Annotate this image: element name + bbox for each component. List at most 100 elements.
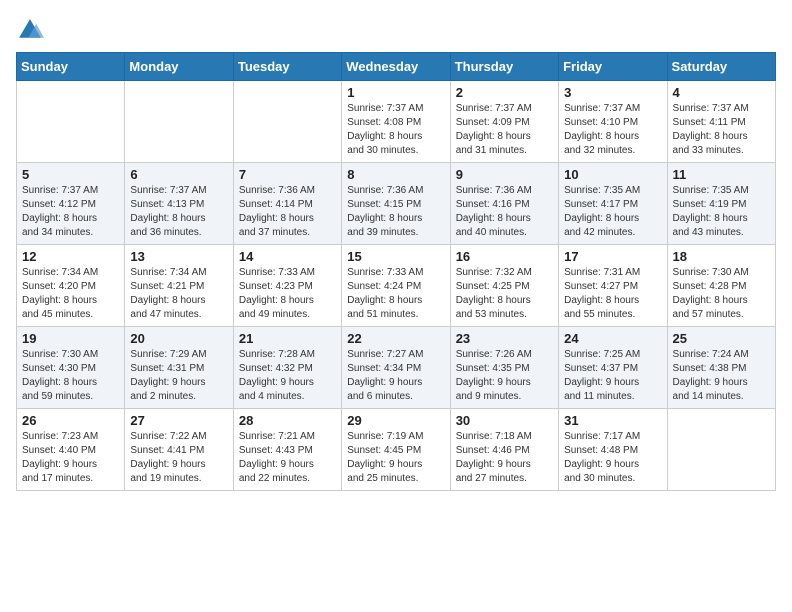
calendar-cell: 5 Sunrise: 7:37 AM Sunset: 4:12 PM Daylig… — [17, 163, 125, 245]
day-number: 2 — [456, 85, 553, 100]
calendar-cell: 15 Sunrise: 7:33 AM Sunset: 4:24 PM Dayli… — [342, 245, 450, 327]
calendar-cell: 18 Sunrise: 7:30 AM Sunset: 4:28 PM Dayli… — [667, 245, 775, 327]
day-number: 30 — [456, 413, 553, 428]
calendar-cell — [17, 81, 125, 163]
day-info: Sunrise: 7:32 AM Sunset: 4:25 PM Dayligh… — [456, 266, 553, 322]
day-number: 27 — [130, 413, 227, 428]
logo-icon — [16, 16, 44, 44]
day-info: Sunrise: 7:26 AM Sunset: 4:35 PM Dayligh… — [456, 348, 553, 404]
calendar-cell: 10Sunrise: 7:35 AM Sunset: 4:17 PM Dayli… — [559, 163, 667, 245]
calendar-cell: 12 Sunrise: 7:34 AM Sunset: 4:20 PM Dayli… — [17, 245, 125, 327]
calendar-cell — [125, 81, 233, 163]
day-number: 6 — [130, 167, 227, 182]
day-number: 13 — [130, 249, 227, 264]
day-info: Sunrise: 7:35 AM Sunset: 4:19 PM Dayligh… — [673, 184, 770, 240]
day-info: Sunrise: 7:37 AM Sunset: 4:11 PM Dayligh… — [673, 102, 770, 158]
calendar-cell: 3Sunrise: 7:37 AM Sunset: 4:10 PM Daylig… — [559, 81, 667, 163]
day-number: 8 — [347, 167, 444, 182]
day-info: Sunrise: 7:18 AM Sunset: 4:46 PM Dayligh… — [456, 430, 553, 486]
day-number: 24 — [564, 331, 661, 346]
dow-header-tuesday: Tuesday — [233, 53, 341, 81]
day-info: Sunrise: 7:30 AM Sunset: 4:30 PM Dayligh… — [22, 348, 119, 404]
week-row-1: 1 Sunrise: 7:37 AM Sunset: 4:08 PM Daylig… — [17, 81, 776, 163]
dow-header-saturday: Saturday — [667, 53, 775, 81]
day-number: 12 — [22, 249, 119, 264]
day-info: Sunrise: 7:30 AM Sunset: 4:28 PM Dayligh… — [673, 266, 770, 322]
day-number: 18 — [673, 249, 770, 264]
calendar-cell: 25 Sunrise: 7:24 AM Sunset: 4:38 PM Dayli… — [667, 327, 775, 409]
day-number: 25 — [673, 331, 770, 346]
calendar-cell: 21Sunrise: 7:28 AM Sunset: 4:32 PM Dayli… — [233, 327, 341, 409]
day-number: 5 — [22, 167, 119, 182]
day-number: 15 — [347, 249, 444, 264]
calendar-cell: 9 Sunrise: 7:36 AM Sunset: 4:16 PM Daylig… — [450, 163, 558, 245]
day-info: Sunrise: 7:17 AM Sunset: 4:48 PM Dayligh… — [564, 430, 661, 486]
day-info: Sunrise: 7:36 AM Sunset: 4:16 PM Dayligh… — [456, 184, 553, 240]
calendar-cell: 17 Sunrise: 7:31 AM Sunset: 4:27 PM Dayli… — [559, 245, 667, 327]
day-info: Sunrise: 7:34 AM Sunset: 4:20 PM Dayligh… — [22, 266, 119, 322]
calendar-cell: 22 Sunrise: 7:27 AM Sunset: 4:34 PM Dayli… — [342, 327, 450, 409]
calendar-cell: 28Sunrise: 7:21 AM Sunset: 4:43 PM Dayli… — [233, 409, 341, 491]
day-info: Sunrise: 7:24 AM Sunset: 4:38 PM Dayligh… — [673, 348, 770, 404]
day-number: 19 — [22, 331, 119, 346]
day-info: Sunrise: 7:19 AM Sunset: 4:45 PM Dayligh… — [347, 430, 444, 486]
day-info: Sunrise: 7:25 AM Sunset: 4:37 PM Dayligh… — [564, 348, 661, 404]
day-number: 14 — [239, 249, 336, 264]
day-info: Sunrise: 7:33 AM Sunset: 4:24 PM Dayligh… — [347, 266, 444, 322]
day-info: Sunrise: 7:37 AM Sunset: 4:13 PM Dayligh… — [130, 184, 227, 240]
day-info: Sunrise: 7:28 AM Sunset: 4:32 PM Dayligh… — [239, 348, 336, 404]
day-info: Sunrise: 7:22 AM Sunset: 4:41 PM Dayligh… — [130, 430, 227, 486]
day-info: Sunrise: 7:21 AM Sunset: 4:43 PM Dayligh… — [239, 430, 336, 486]
calendar-cell: 19 Sunrise: 7:30 AM Sunset: 4:30 PM Dayli… — [17, 327, 125, 409]
day-number: 22 — [347, 331, 444, 346]
calendar-cell: 26 Sunrise: 7:23 AM Sunset: 4:40 PM Dayli… — [17, 409, 125, 491]
day-info: Sunrise: 7:36 AM Sunset: 4:15 PM Dayligh… — [347, 184, 444, 240]
dow-header-sunday: Sunday — [17, 53, 125, 81]
calendar-cell: 14 Sunrise: 7:33 AM Sunset: 4:23 PM Dayli… — [233, 245, 341, 327]
day-number: 17 — [564, 249, 661, 264]
day-info: Sunrise: 7:31 AM Sunset: 4:27 PM Dayligh… — [564, 266, 661, 322]
day-number: 29 — [347, 413, 444, 428]
day-info: Sunrise: 7:29 AM Sunset: 4:31 PM Dayligh… — [130, 348, 227, 404]
day-info: Sunrise: 7:37 AM Sunset: 4:12 PM Dayligh… — [22, 184, 119, 240]
logo — [16, 16, 48, 44]
day-info: Sunrise: 7:27 AM Sunset: 4:34 PM Dayligh… — [347, 348, 444, 404]
day-number: 4 — [673, 85, 770, 100]
day-number: 3 — [564, 85, 661, 100]
calendar-cell — [667, 409, 775, 491]
day-number: 1 — [347, 85, 444, 100]
calendar-cell: 30 Sunrise: 7:18 AM Sunset: 4:46 PM Dayli… — [450, 409, 558, 491]
day-number: 20 — [130, 331, 227, 346]
week-row-5: 26 Sunrise: 7:23 AM Sunset: 4:40 PM Dayli… — [17, 409, 776, 491]
calendar-cell: 16 Sunrise: 7:32 AM Sunset: 4:25 PM Dayli… — [450, 245, 558, 327]
dow-header-wednesday: Wednesday — [342, 53, 450, 81]
calendar-cell: 20 Sunrise: 7:29 AM Sunset: 4:31 PM Dayli… — [125, 327, 233, 409]
calendar-cell: 8 Sunrise: 7:36 AM Sunset: 4:15 PM Daylig… — [342, 163, 450, 245]
calendar-cell: 29 Sunrise: 7:19 AM Sunset: 4:45 PM Dayli… — [342, 409, 450, 491]
day-number: 9 — [456, 167, 553, 182]
dow-header-friday: Friday — [559, 53, 667, 81]
day-number: 26 — [22, 413, 119, 428]
dow-header-thursday: Thursday — [450, 53, 558, 81]
day-info: Sunrise: 7:37 AM Sunset: 4:08 PM Dayligh… — [347, 102, 444, 158]
calendar-cell — [233, 81, 341, 163]
day-info: Sunrise: 7:36 AM Sunset: 4:14 PM Dayligh… — [239, 184, 336, 240]
day-number: 7 — [239, 167, 336, 182]
calendar-cell: 13 Sunrise: 7:34 AM Sunset: 4:21 PM Dayli… — [125, 245, 233, 327]
day-info: Sunrise: 7:23 AM Sunset: 4:40 PM Dayligh… — [22, 430, 119, 486]
day-info: Sunrise: 7:37 AM Sunset: 4:09 PM Dayligh… — [456, 102, 553, 158]
day-info: Sunrise: 7:33 AM Sunset: 4:23 PM Dayligh… — [239, 266, 336, 322]
day-number: 31 — [564, 413, 661, 428]
day-number: 16 — [456, 249, 553, 264]
day-number: 23 — [456, 331, 553, 346]
page-header — [16, 16, 776, 44]
calendar-cell: 11Sunrise: 7:35 AM Sunset: 4:19 PM Dayli… — [667, 163, 775, 245]
calendar-cell: 7 Sunrise: 7:36 AM Sunset: 4:14 PM Daylig… — [233, 163, 341, 245]
dow-header-monday: Monday — [125, 53, 233, 81]
calendar-cell: 6 Sunrise: 7:37 AM Sunset: 4:13 PM Daylig… — [125, 163, 233, 245]
day-info: Sunrise: 7:34 AM Sunset: 4:21 PM Dayligh… — [130, 266, 227, 322]
calendar-cell: 23 Sunrise: 7:26 AM Sunset: 4:35 PM Dayli… — [450, 327, 558, 409]
calendar-cell: 2 Sunrise: 7:37 AM Sunset: 4:09 PM Daylig… — [450, 81, 558, 163]
calendar-cell: 27 Sunrise: 7:22 AM Sunset: 4:41 PM Dayli… — [125, 409, 233, 491]
calendar-cell: 4 Sunrise: 7:37 AM Sunset: 4:11 PM Daylig… — [667, 81, 775, 163]
